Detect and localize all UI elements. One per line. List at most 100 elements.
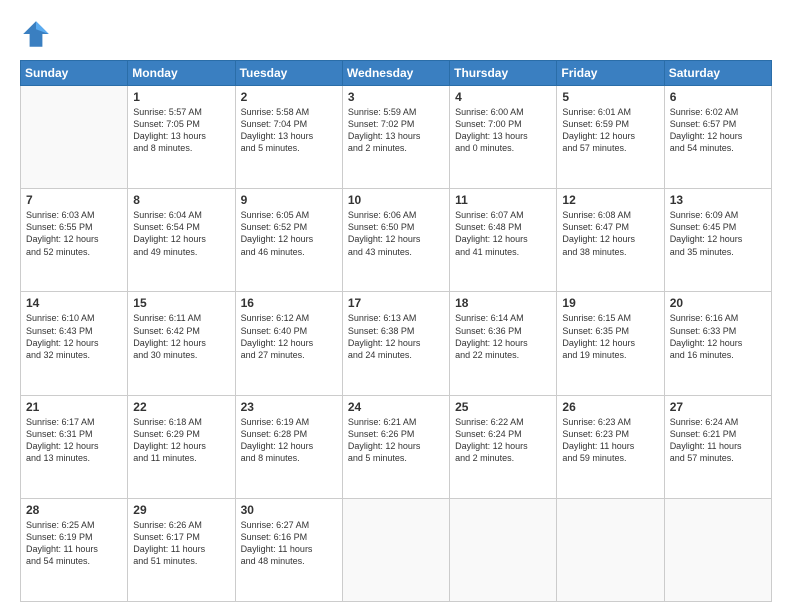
day-info-27: Sunrise: 6:24 AM Sunset: 6:21 PM Dayligh… — [670, 416, 766, 465]
day-info-3: Sunrise: 5:59 AM Sunset: 7:02 PM Dayligh… — [348, 106, 444, 155]
weekday-header-tuesday: Tuesday — [235, 61, 342, 86]
day-cell-23: 23 Sunrise: 6:19 AM Sunset: 6:28 PM Dayli… — [235, 395, 342, 498]
day-number-19: 19 — [562, 296, 658, 310]
day-number-25: 25 — [455, 400, 551, 414]
day-info-14: Sunrise: 6:10 AM Sunset: 6:43 PM Dayligh… — [26, 312, 122, 361]
day-number-11: 11 — [455, 193, 551, 207]
day-cell-30: 30Sunrise: 6:27 AM Sunset: 6:16 PM Dayli… — [235, 498, 342, 601]
weekday-header-wednesday: Wednesday — [342, 61, 449, 86]
day-info-28: Sunrise: 6:25 AM Sunset: 6:19 PM Dayligh… — [26, 519, 122, 568]
header — [20, 18, 772, 50]
day-info-24: Sunrise: 6:21 AM Sunset: 6:26 PM Dayligh… — [348, 416, 444, 465]
weekday-header-monday: Monday — [128, 61, 235, 86]
day-cell-19: 19 Sunrise: 6:15 AM Sunset: 6:35 PM Dayli… — [557, 292, 664, 395]
day-number-2: 2 — [241, 90, 337, 104]
weekday-header-thursday: Thursday — [450, 61, 557, 86]
empty-cell — [557, 498, 664, 601]
day-number-24: 24 — [348, 400, 444, 414]
day-cell-7: 7 Sunrise: 6:03 AM Sunset: 6:55 PM Daylig… — [21, 189, 128, 292]
day-info-15: Sunrise: 6:11 AM Sunset: 6:42 PM Dayligh… — [133, 312, 229, 361]
day-info-30: Sunrise: 6:27 AM Sunset: 6:16 PM Dayligh… — [241, 519, 337, 568]
day-info-13: Sunrise: 6:09 AM Sunset: 6:45 PM Dayligh… — [670, 209, 766, 258]
week-row-3: 14 Sunrise: 6:10 AM Sunset: 6:43 PM Dayli… — [21, 292, 772, 395]
logo-icon — [20, 18, 52, 50]
weekday-header-row: SundayMondayTuesdayWednesdayThursdayFrid… — [21, 61, 772, 86]
week-row-1: 1 Sunrise: 5:57 AM Sunset: 7:05 PM Daylig… — [21, 86, 772, 189]
week-row-2: 7 Sunrise: 6:03 AM Sunset: 6:55 PM Daylig… — [21, 189, 772, 292]
day-cell-17: 17 Sunrise: 6:13 AM Sunset: 6:38 PM Dayli… — [342, 292, 449, 395]
day-info-1: Sunrise: 5:57 AM Sunset: 7:05 PM Dayligh… — [133, 106, 229, 155]
day-info-12: Sunrise: 6:08 AM Sunset: 6:47 PM Dayligh… — [562, 209, 658, 258]
day-number-13: 13 — [670, 193, 766, 207]
day-info-9: Sunrise: 6:05 AM Sunset: 6:52 PM Dayligh… — [241, 209, 337, 258]
day-cell-5: 5Sunrise: 6:01 AM Sunset: 6:59 PM Daylig… — [557, 86, 664, 189]
day-number-26: 26 — [562, 400, 658, 414]
day-cell-12: 12 Sunrise: 6:08 AM Sunset: 6:47 PM Dayli… — [557, 189, 664, 292]
day-cell-1: 1 Sunrise: 5:57 AM Sunset: 7:05 PM Daylig… — [128, 86, 235, 189]
day-info-26: Sunrise: 6:23 AM Sunset: 6:23 PM Dayligh… — [562, 416, 658, 465]
day-info-11: Sunrise: 6:07 AM Sunset: 6:48 PM Dayligh… — [455, 209, 551, 258]
day-cell-20: 20 Sunrise: 6:16 AM Sunset: 6:33 PM Dayli… — [664, 292, 771, 395]
day-cell-24: 24 Sunrise: 6:21 AM Sunset: 6:26 PM Dayli… — [342, 395, 449, 498]
day-info-2: Sunrise: 5:58 AM Sunset: 7:04 PM Dayligh… — [241, 106, 337, 155]
weekday-header-saturday: Saturday — [664, 61, 771, 86]
day-cell-26: 26 Sunrise: 6:23 AM Sunset: 6:23 PM Dayli… — [557, 395, 664, 498]
day-info-16: Sunrise: 6:12 AM Sunset: 6:40 PM Dayligh… — [241, 312, 337, 361]
empty-cell — [450, 498, 557, 601]
day-info-19: Sunrise: 6:15 AM Sunset: 6:35 PM Dayligh… — [562, 312, 658, 361]
day-info-25: Sunrise: 6:22 AM Sunset: 6:24 PM Dayligh… — [455, 416, 551, 465]
calendar-table: SundayMondayTuesdayWednesdayThursdayFrid… — [20, 60, 772, 602]
day-info-22: Sunrise: 6:18 AM Sunset: 6:29 PM Dayligh… — [133, 416, 229, 465]
empty-cell — [21, 86, 128, 189]
day-cell-2: 2 Sunrise: 5:58 AM Sunset: 7:04 PM Daylig… — [235, 86, 342, 189]
day-info-7: Sunrise: 6:03 AM Sunset: 6:55 PM Dayligh… — [26, 209, 122, 258]
day-number-1: 1 — [133, 90, 229, 104]
day-cell-28: 28 Sunrise: 6:25 AM Sunset: 6:19 PM Dayli… — [21, 498, 128, 601]
day-number-28: 28 — [26, 503, 122, 517]
day-cell-21: 21 Sunrise: 6:17 AM Sunset: 6:31 PM Dayli… — [21, 395, 128, 498]
day-number-9: 9 — [241, 193, 337, 207]
week-row-5: 28 Sunrise: 6:25 AM Sunset: 6:19 PM Dayli… — [21, 498, 772, 601]
empty-cell — [342, 498, 449, 601]
day-number-20: 20 — [670, 296, 766, 310]
day-cell-15: 15 Sunrise: 6:11 AM Sunset: 6:42 PM Dayli… — [128, 292, 235, 395]
week-row-4: 21 Sunrise: 6:17 AM Sunset: 6:31 PM Dayli… — [21, 395, 772, 498]
day-number-17: 17 — [348, 296, 444, 310]
day-info-20: Sunrise: 6:16 AM Sunset: 6:33 PM Dayligh… — [670, 312, 766, 361]
day-cell-11: 11 Sunrise: 6:07 AM Sunset: 6:48 PM Dayli… — [450, 189, 557, 292]
weekday-header-sunday: Sunday — [21, 61, 128, 86]
day-number-3: 3 — [348, 90, 444, 104]
day-info-6: Sunrise: 6:02 AM Sunset: 6:57 PM Dayligh… — [670, 106, 766, 155]
page: SundayMondayTuesdayWednesdayThursdayFrid… — [0, 0, 792, 612]
day-cell-29: 29Sunrise: 6:26 AM Sunset: 6:17 PM Dayli… — [128, 498, 235, 601]
day-number-16: 16 — [241, 296, 337, 310]
day-number-8: 8 — [133, 193, 229, 207]
day-number-12: 12 — [562, 193, 658, 207]
day-cell-18: 18Sunrise: 6:14 AM Sunset: 6:36 PM Dayli… — [450, 292, 557, 395]
day-cell-3: 3 Sunrise: 5:59 AM Sunset: 7:02 PM Daylig… — [342, 86, 449, 189]
day-number-29: 29 — [133, 503, 229, 517]
day-number-23: 23 — [241, 400, 337, 414]
day-info-21: Sunrise: 6:17 AM Sunset: 6:31 PM Dayligh… — [26, 416, 122, 465]
day-cell-22: 22 Sunrise: 6:18 AM Sunset: 6:29 PM Dayli… — [128, 395, 235, 498]
day-number-6: 6 — [670, 90, 766, 104]
day-info-4: Sunrise: 6:00 AM Sunset: 7:00 PM Dayligh… — [455, 106, 551, 155]
day-info-23: Sunrise: 6:19 AM Sunset: 6:28 PM Dayligh… — [241, 416, 337, 465]
day-number-21: 21 — [26, 400, 122, 414]
day-cell-27: 27Sunrise: 6:24 AM Sunset: 6:21 PM Dayli… — [664, 395, 771, 498]
day-info-17: Sunrise: 6:13 AM Sunset: 6:38 PM Dayligh… — [348, 312, 444, 361]
day-number-22: 22 — [133, 400, 229, 414]
day-cell-6: 6 Sunrise: 6:02 AM Sunset: 6:57 PM Daylig… — [664, 86, 771, 189]
day-info-10: Sunrise: 6:06 AM Sunset: 6:50 PM Dayligh… — [348, 209, 444, 258]
logo — [20, 18, 56, 50]
day-number-4: 4 — [455, 90, 551, 104]
day-cell-16: 16 Sunrise: 6:12 AM Sunset: 6:40 PM Dayli… — [235, 292, 342, 395]
day-info-5: Sunrise: 6:01 AM Sunset: 6:59 PM Dayligh… — [562, 106, 658, 155]
empty-cell — [664, 498, 771, 601]
day-cell-25: 25 Sunrise: 6:22 AM Sunset: 6:24 PM Dayli… — [450, 395, 557, 498]
day-number-18: 18 — [455, 296, 551, 310]
day-cell-13: 13 Sunrise: 6:09 AM Sunset: 6:45 PM Dayli… — [664, 189, 771, 292]
day-number-14: 14 — [26, 296, 122, 310]
day-number-15: 15 — [133, 296, 229, 310]
day-number-7: 7 — [26, 193, 122, 207]
